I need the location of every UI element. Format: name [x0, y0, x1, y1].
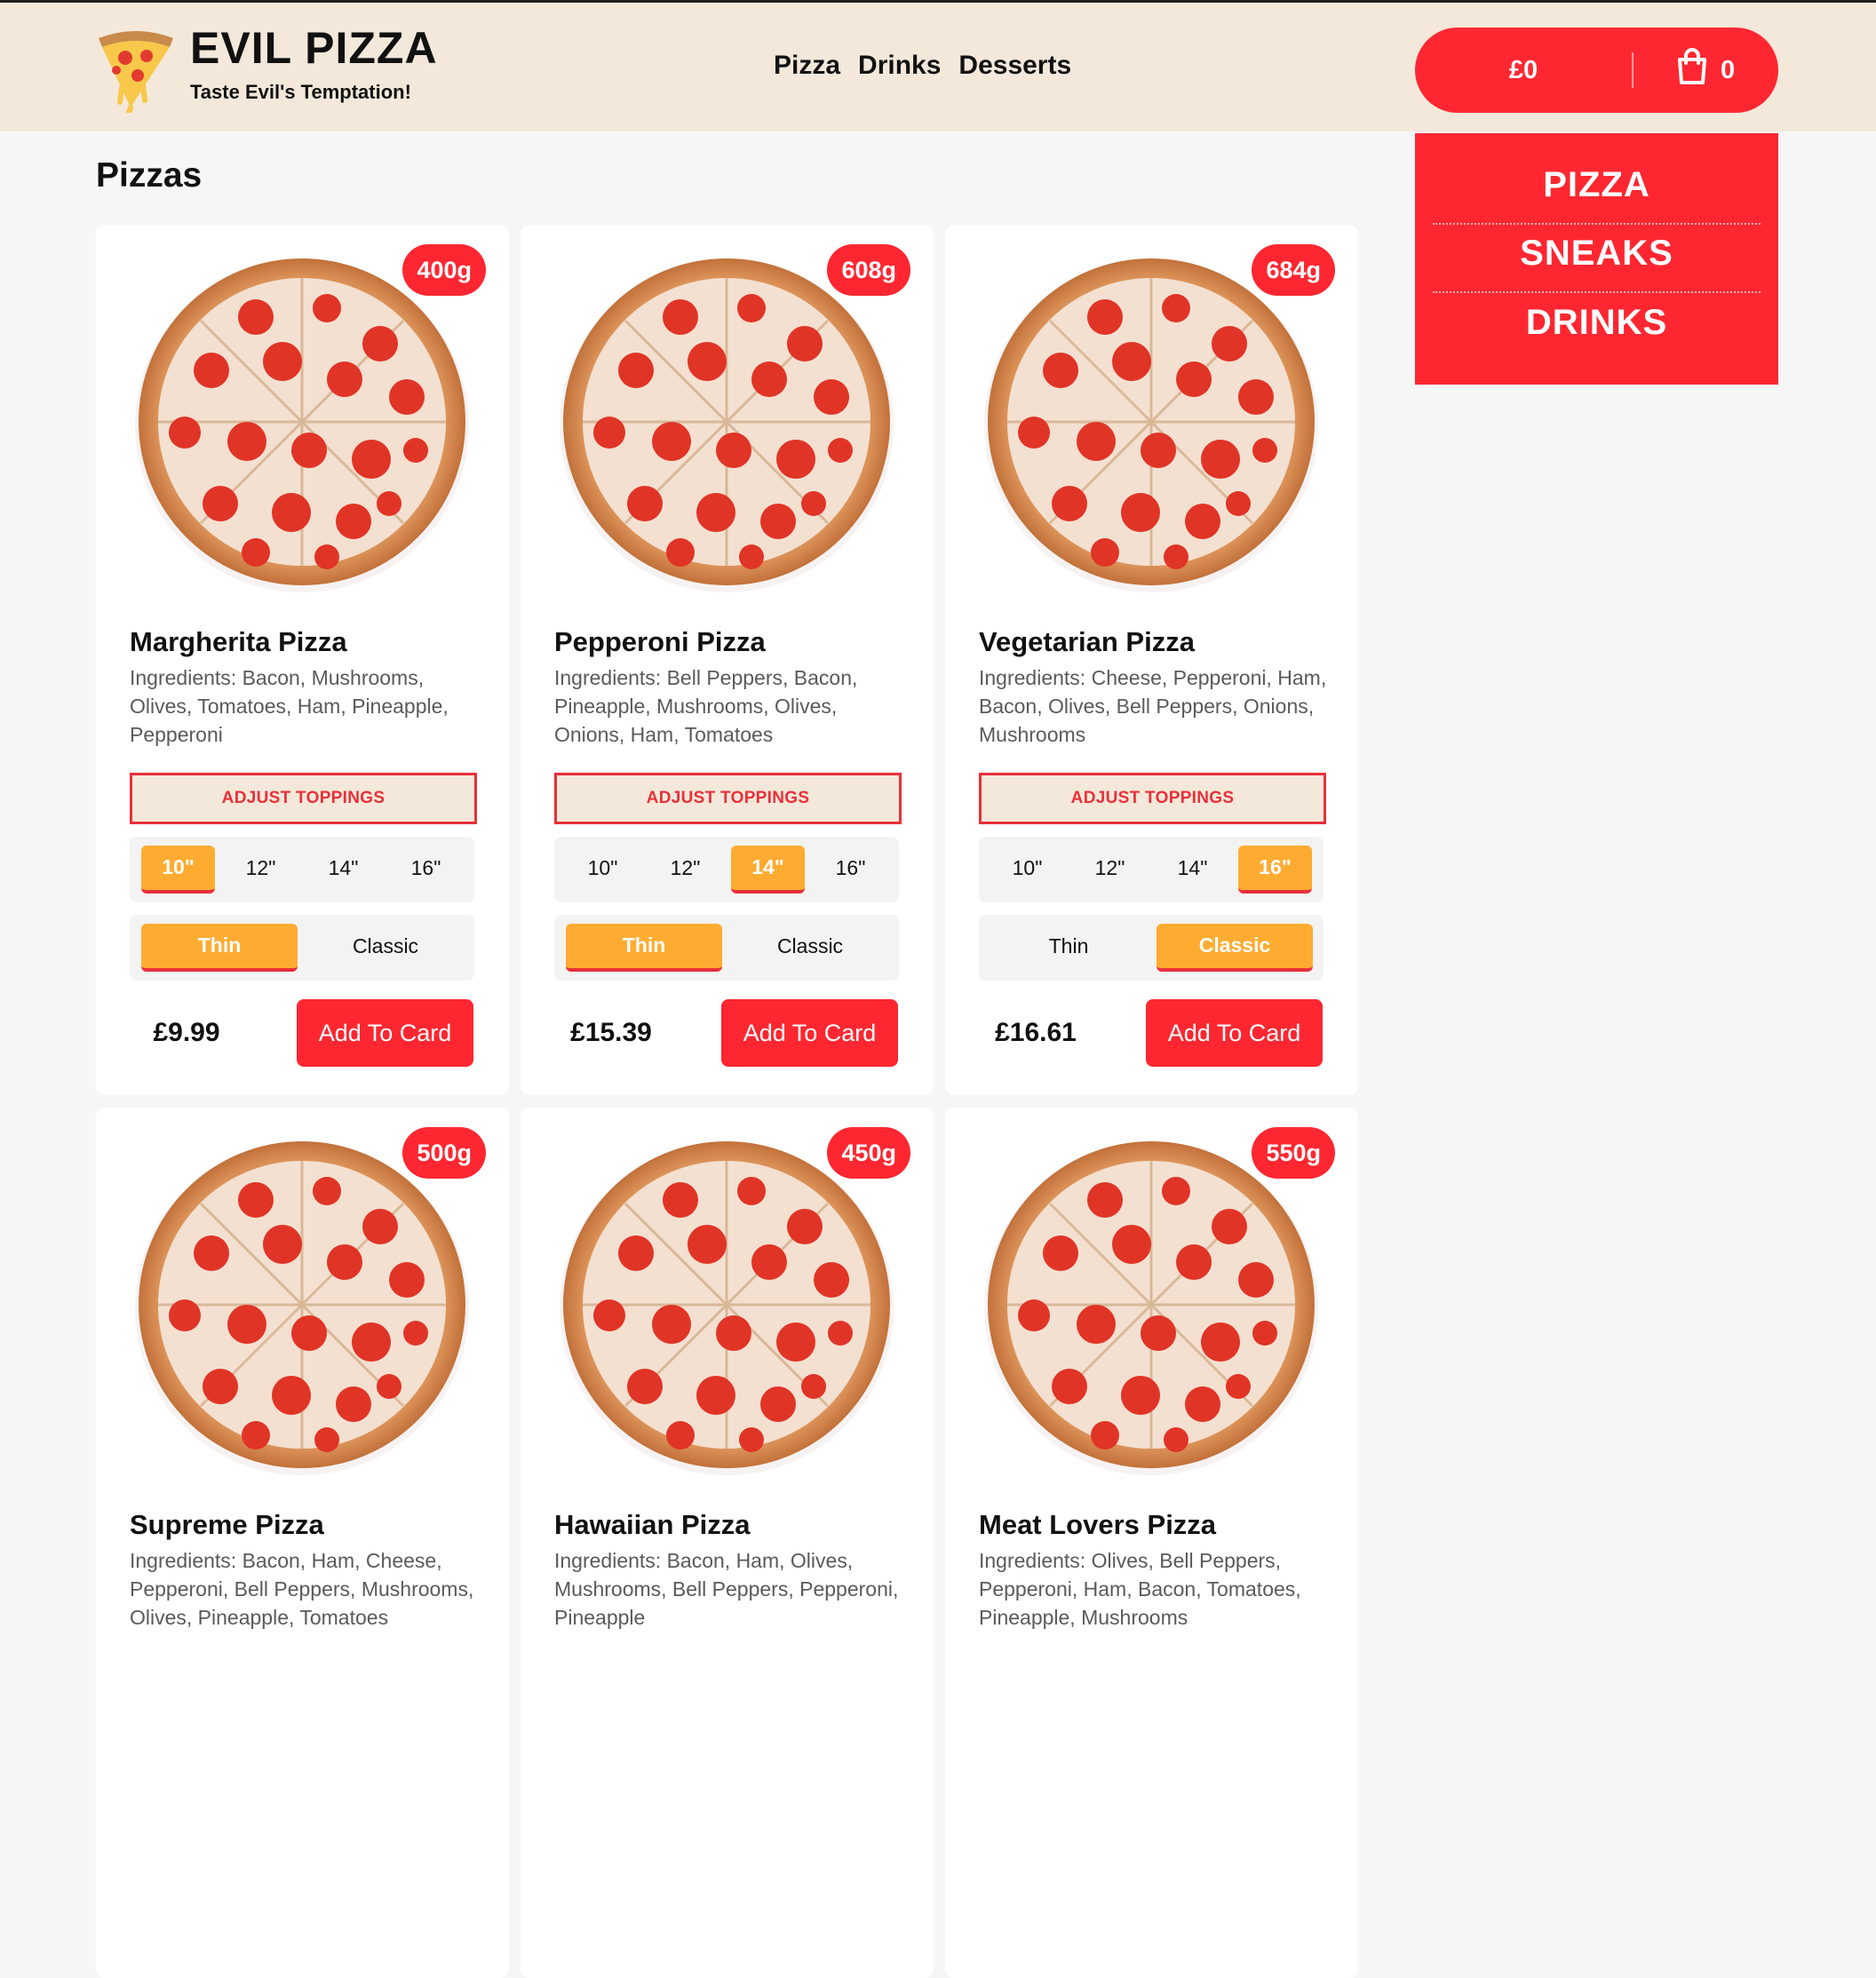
- crust-option[interactable]: Classic: [1157, 924, 1313, 972]
- pizza-card: 608g Pepperoni Pizza Ingredients: Bell P…: [521, 225, 934, 1095]
- pizza-name: Pepperoni Pizza: [554, 626, 766, 657]
- pizza-name: Margherita Pizza: [130, 626, 347, 657]
- weight-badge: 450g: [827, 1127, 910, 1179]
- size-option[interactable]: 10": [566, 846, 640, 894]
- pizza-card: 400g Margherita Pizza Ingredients: Bacon…: [96, 225, 509, 1095]
- dropdown-item-drinks[interactable]: DRINKS: [1433, 303, 1761, 343]
- pizza-image: [560, 1141, 894, 1475]
- brand-tagline: Taste Evil's Temptation!: [190, 81, 411, 103]
- pizza-ingredients: Ingredients: Bacon, Mushrooms, Olives, T…: [130, 666, 449, 746]
- weight-badge: 608g: [827, 244, 910, 296]
- pizza-image: [560, 258, 894, 592]
- adjust-toppings-button[interactable]: ADJUST TOPPINGS: [130, 773, 477, 824]
- weight-badge: 550g: [1252, 1127, 1335, 1179]
- add-to-cart-button[interactable]: Add To Card: [1146, 999, 1323, 1067]
- pizza-image: [984, 258, 1318, 592]
- pizza-ingredients: Ingredients: Bacon, Ham, Cheese, Peppero…: [130, 1549, 474, 1629]
- pizza-ingredients: Ingredients: Bell Peppers, Bacon, Pineap…: [554, 666, 858, 746]
- crust-selector: Thin Classic: [130, 915, 474, 981]
- main-nav: Pizza Drinks Desserts: [774, 51, 1071, 81]
- size-option[interactable]: 16": [389, 846, 463, 894]
- size-selector: 10" 12" 14" 16": [554, 837, 899, 902]
- pizza-name: Meat Lovers Pizza: [979, 1509, 1217, 1540]
- cart-total[interactable]: £0: [1415, 28, 1632, 113]
- crust-option[interactable]: Thin: [566, 924, 722, 972]
- pizza-image: [984, 1141, 1318, 1475]
- weight-badge: 400g: [402, 244, 486, 296]
- pizza-card: 684g Vegetarian Pizza Ingredients: Chees…: [945, 225, 1358, 1095]
- pizza-ingredients: Ingredients: Olives, Bell Peppers, Peppe…: [979, 1549, 1301, 1629]
- size-selector: 10" 12" 14" 16": [130, 837, 474, 902]
- add-to-cart-button[interactable]: Add To Card: [721, 999, 898, 1067]
- weight-badge: 500g: [402, 1127, 486, 1179]
- pizza-name: Hawaiian Pizza: [554, 1509, 751, 1540]
- size-option[interactable]: 10": [990, 846, 1064, 894]
- size-option[interactable]: 14": [731, 846, 805, 894]
- pizza-ingredients: Ingredients: Bacon, Ham, Olives, Mushroo…: [554, 1549, 899, 1629]
- pizza-image: [135, 1141, 469, 1475]
- pizza-slice-logo-icon[interactable]: [95, 26, 177, 113]
- pizza-ingredients: Ingredients: Cheese, Pepperoni, Ham, Bac…: [979, 666, 1327, 746]
- size-option[interactable]: 12": [224, 846, 298, 894]
- size-option[interactable]: 14": [306, 846, 380, 894]
- cart-divider: [1632, 52, 1634, 88]
- crust-option[interactable]: Thin: [141, 924, 298, 972]
- adjust-toppings-button[interactable]: ADJUST TOPPINGS: [979, 773, 1326, 824]
- pizza-card: 450g Hawaiian Pizza Ingredients: Bacon, …: [521, 1108, 934, 1978]
- dropdown-separator: [1433, 223, 1761, 225]
- cart-button[interactable]: £0 0: [1415, 28, 1778, 113]
- cart-count: 0: [1721, 56, 1736, 84]
- size-option[interactable]: 10": [141, 846, 215, 894]
- nav-drinks[interactable]: Drinks: [858, 51, 941, 81]
- shopping-bag-icon[interactable]: [1674, 47, 1710, 86]
- pizza-image: [135, 258, 469, 592]
- section-title: Pizzas: [96, 156, 203, 195]
- crust-option[interactable]: Classic: [732, 924, 888, 972]
- category-dropdown: PIZZA SNEAKS DRINKS: [1415, 133, 1778, 385]
- crust-selector: Thin Classic: [554, 915, 899, 981]
- dropdown-item-pizza[interactable]: PIZZA: [1433, 165, 1761, 205]
- pizza-name: Supreme Pizza: [130, 1509, 324, 1540]
- size-option[interactable]: 14": [1156, 846, 1229, 894]
- size-option[interactable]: 16": [814, 846, 887, 894]
- pizza-name: Vegetarian Pizza: [979, 626, 1195, 657]
- size-option[interactable]: 16": [1238, 846, 1312, 894]
- dropdown-separator: [1433, 291, 1761, 293]
- size-selector: 10" 12" 14" 16": [979, 837, 1324, 902]
- size-option[interactable]: 12": [648, 846, 722, 894]
- weight-badge: 684g: [1252, 244, 1335, 296]
- nav-desserts[interactable]: Desserts: [958, 51, 1071, 81]
- pizza-card: 550g Meat Lovers Pizza Ingredients: Oliv…: [945, 1108, 1358, 1978]
- crust-option[interactable]: Thin: [990, 924, 1147, 972]
- crust-option[interactable]: Classic: [307, 924, 464, 972]
- pizza-price: £9.99: [153, 1018, 220, 1047]
- size-option[interactable]: 12": [1073, 846, 1147, 894]
- brand-title[interactable]: EVIL PIZZA: [190, 22, 438, 74]
- pizza-price: £16.61: [995, 1018, 1077, 1047]
- add-to-cart-button[interactable]: Add To Card: [297, 999, 473, 1067]
- crust-selector: Thin Classic: [979, 915, 1324, 981]
- adjust-toppings-button[interactable]: ADJUST TOPPINGS: [554, 773, 902, 824]
- pizza-price: £15.39: [570, 1018, 652, 1047]
- nav-pizza[interactable]: Pizza: [774, 51, 840, 81]
- dropdown-item-sneaks[interactable]: SNEAKS: [1433, 234, 1761, 274]
- pizza-card: 500g Supreme Pizza Ingredients: Bacon, H…: [96, 1108, 509, 1978]
- site-header: EVIL PIZZA Taste Evil's Temptation! Pizz…: [0, 3, 1876, 131]
